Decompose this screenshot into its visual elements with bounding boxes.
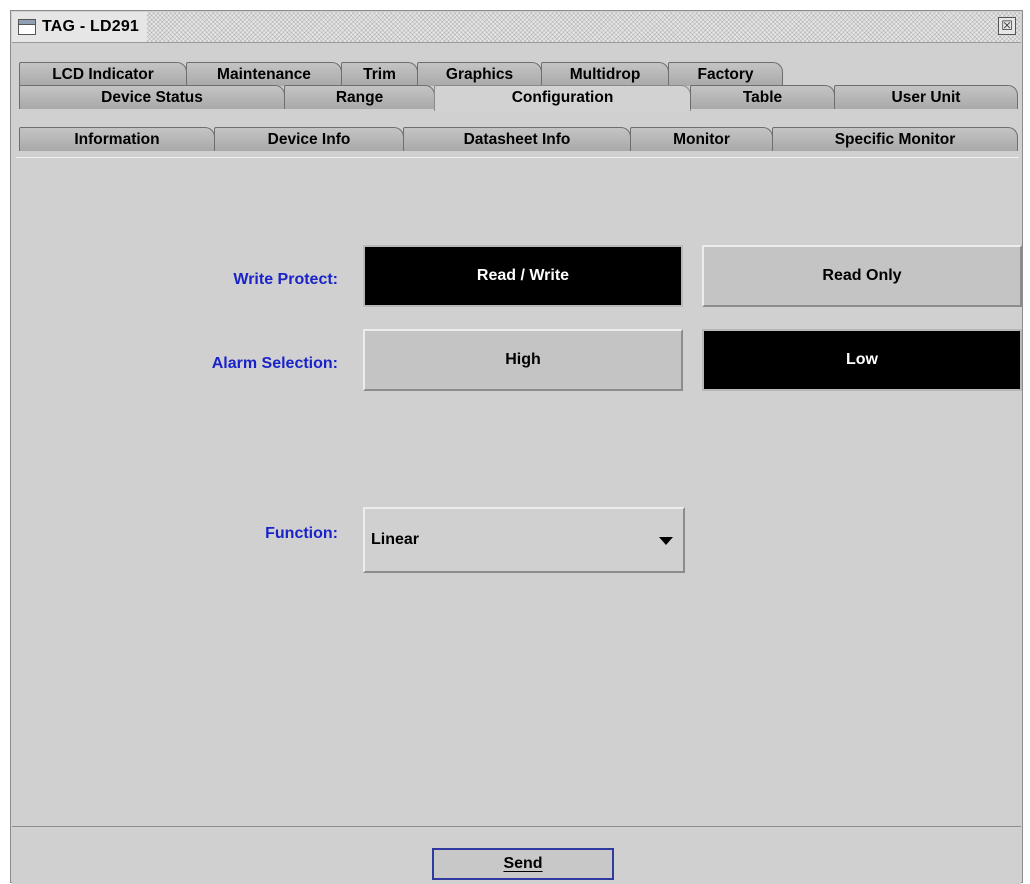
close-button[interactable]: ☒ <box>998 17 1016 35</box>
tab-factory[interactable]: Factory <box>668 62 783 86</box>
write-protect-label: Write Protect: <box>233 271 338 288</box>
send-button-label: Send <box>503 855 543 872</box>
tab-table[interactable]: Table <box>690 85 835 109</box>
dropdown-arrow-icon[interactable] <box>659 537 673 545</box>
title-area: TAG - LD291 <box>12 12 148 42</box>
alarm-low-button[interactable]: Low <box>702 329 1022 391</box>
send-button[interactable]: Send <box>432 848 614 880</box>
tab-device-info[interactable]: Device Info <box>214 127 404 151</box>
tab-maintenance[interactable]: Maintenance <box>186 62 342 86</box>
tab-row-2: Device Status Range Configuration Table … <box>16 85 1019 111</box>
title-bar[interactable]: TAG - LD291 ☒ <box>12 12 1021 43</box>
read-write-button[interactable]: Read / Write <box>363 245 683 307</box>
tab-information[interactable]: Information <box>19 127 215 151</box>
device-window: TAG - LD291 ☒ LCD Indicator Maintenance … <box>10 10 1023 884</box>
configuration-panel: Write Protect: Read / Write Read Only Al… <box>16 157 1022 827</box>
tab-user-unit[interactable]: User Unit <box>834 85 1018 109</box>
function-select[interactable]: Linear <box>363 507 685 573</box>
alarm-high-button[interactable]: High <box>363 329 683 391</box>
function-value: Linear <box>371 531 420 548</box>
tab-configuration[interactable]: Configuration <box>434 85 691 111</box>
tab-range[interactable]: Range <box>284 85 435 109</box>
alarm-selection-label: Alarm Selection: <box>211 355 338 372</box>
tab-row-3: Information Device Info Datasheet Info M… <box>16 127 1019 151</box>
tab-row-1: LCD Indicator Maintenance Trim Graphics … <box>16 62 1019 86</box>
tab-monitor[interactable]: Monitor <box>630 127 773 151</box>
tab-datasheet-info[interactable]: Datasheet Info <box>403 127 631 151</box>
tab-device-status[interactable]: Device Status <box>19 85 285 109</box>
tab-multidrop[interactable]: Multidrop <box>541 62 669 86</box>
read-only-button[interactable]: Read Only <box>702 245 1022 307</box>
window-title: TAG - LD291 <box>42 18 140 35</box>
function-label: Function: <box>265 525 338 542</box>
tab-trim[interactable]: Trim <box>341 62 418 86</box>
window-icon <box>18 19 36 35</box>
tab-specific-monitor[interactable]: Specific Monitor <box>772 127 1018 151</box>
footer-bar: Send <box>12 826 1021 884</box>
tab-lcd-indicator[interactable]: LCD Indicator <box>19 62 187 86</box>
tab-graphics[interactable]: Graphics <box>417 62 542 86</box>
